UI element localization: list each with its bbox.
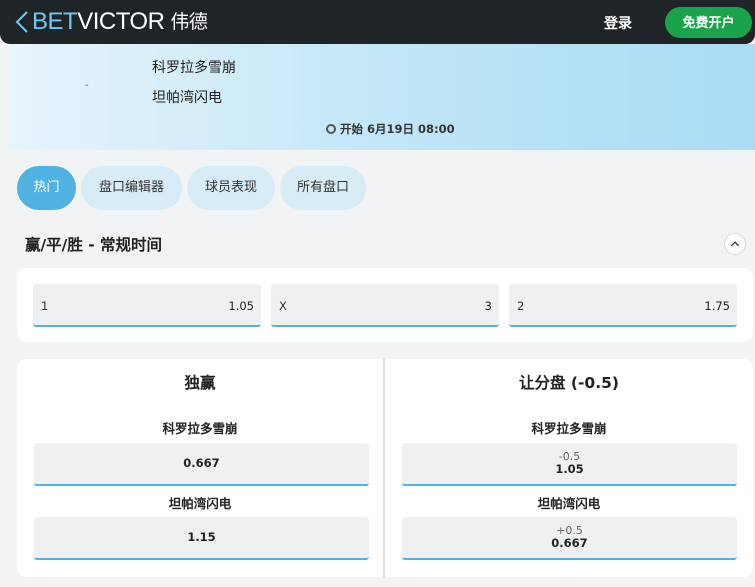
tab-all-markets[interactable]: 所有盘口 bbox=[280, 166, 366, 210]
score-separator: - bbox=[85, 80, 89, 91]
logo-bet: BET bbox=[32, 8, 78, 35]
outcome-odds: 1.75 bbox=[704, 299, 730, 313]
outcome-odds: 3 bbox=[484, 299, 492, 313]
market-card-moneyline-handicap: 独赢 让分盘 (-0.5) 科罗拉多雪崩 科罗拉多雪崩 0.667 -0.5 1… bbox=[17, 359, 753, 577]
odds-value: 0.667 bbox=[183, 456, 220, 470]
logo-cn: 伟德 bbox=[170, 11, 208, 33]
market-title-handicap: 让分盘 (-0.5) bbox=[519, 374, 619, 392]
tab-bet-builder[interactable]: 盘口编辑器 bbox=[81, 166, 182, 210]
moneyline-odds-home[interactable]: 0.667 bbox=[34, 443, 369, 486]
app-header: BETVICTOR 伟德 登录 免费开户 bbox=[0, 0, 755, 44]
moneyline-team-away: 坦帕湾闪电 bbox=[168, 496, 232, 511]
tab-popular[interactable]: 热门 bbox=[17, 166, 76, 210]
match-banner: - 科罗拉多雪崩 坦帕湾闪电 开始 6月19日 08:00 bbox=[9, 44, 755, 150]
tab-player-performance[interactable]: 球员表现 bbox=[187, 166, 275, 210]
outcome-label: X bbox=[279, 299, 287, 313]
odds-button-away[interactable]: 2 1.75 bbox=[509, 284, 737, 327]
market-card-1x2: 1 1.05 X 3 2 1.75 bbox=[17, 268, 753, 342]
market-title-moneyline: 独赢 bbox=[184, 374, 216, 392]
register-button[interactable]: 免费开户 bbox=[665, 7, 752, 38]
home-team-name: 科罗拉多雪崩 bbox=[152, 60, 236, 76]
moneyline-odds-away[interactable]: 1.15 bbox=[34, 517, 369, 560]
odds-value: 0.667 bbox=[551, 536, 588, 550]
odds-button-home[interactable]: 1 1.05 bbox=[33, 284, 261, 327]
chevron-up-icon[interactable] bbox=[724, 233, 746, 255]
outcome-label: 1 bbox=[41, 299, 49, 313]
odds-button-draw[interactable]: X 3 bbox=[271, 284, 499, 327]
odds-value: 1.05 bbox=[555, 462, 584, 476]
outcome-label: 2 bbox=[517, 299, 525, 313]
odds-value: 1.15 bbox=[187, 530, 216, 544]
clock-icon bbox=[326, 124, 336, 134]
start-time-text: 开始 6月19日 08:00 bbox=[340, 122, 455, 136]
login-button[interactable]: 登录 bbox=[604, 13, 632, 33]
handicap-odds-home[interactable]: -0.5 1.05 bbox=[402, 443, 737, 486]
chevron-left-icon[interactable] bbox=[12, 10, 34, 34]
moneyline-team-home: 科罗拉多雪崩 bbox=[162, 421, 238, 436]
handicap-odds-away[interactable]: +0.5 0.667 bbox=[402, 517, 737, 560]
logo-victor: VICTOR bbox=[77, 8, 165, 35]
match-start-time: 开始 6月19日 08:00 bbox=[326, 121, 455, 137]
handicap-team-away: 坦帕湾闪电 bbox=[537, 496, 601, 511]
handicap-team-home: 科罗拉多雪崩 bbox=[531, 421, 607, 436]
away-team-name: 坦帕湾闪电 bbox=[152, 90, 222, 106]
market-title-1x2: 赢/平/胜 - 常规时间 bbox=[25, 236, 163, 254]
brand-logo[interactable]: BETVICTOR 伟德 bbox=[32, 8, 208, 36]
outcome-odds: 1.05 bbox=[228, 299, 254, 313]
